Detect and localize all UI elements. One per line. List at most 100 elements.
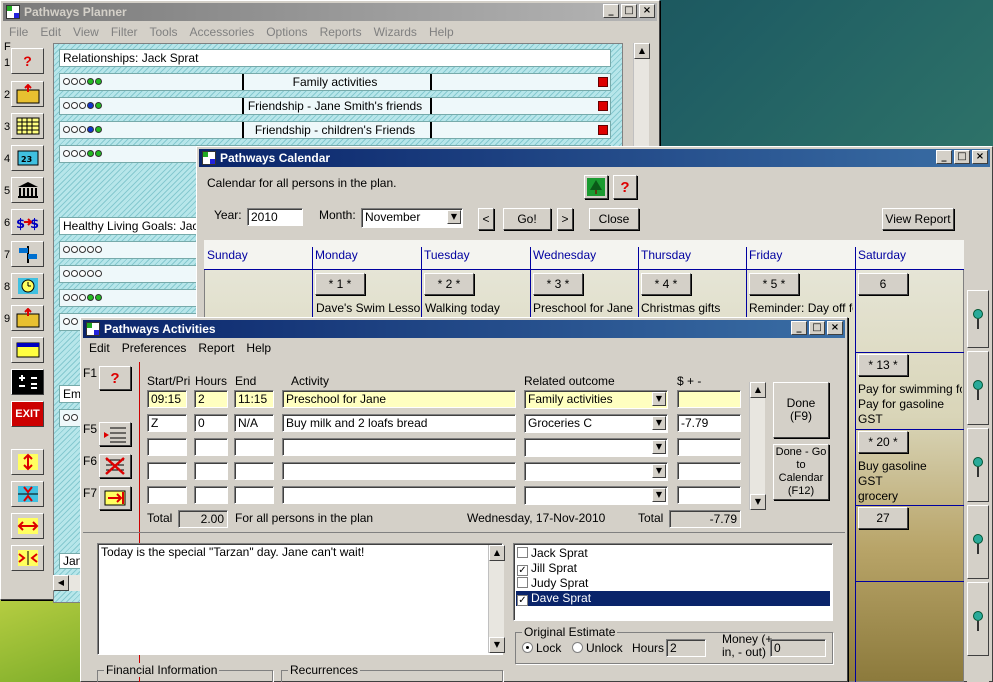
menu-edit[interactable]: Edit	[83, 341, 116, 355]
hours-input[interactable]: 0	[194, 414, 228, 432]
year-input[interactable]: 2010	[247, 208, 303, 226]
checkbox-icon[interactable]	[517, 547, 528, 558]
end-input[interactable]: N/A	[234, 414, 274, 432]
maximize-icon[interactable]: □	[809, 321, 825, 335]
day-note-20-2[interactable]: GST	[858, 474, 962, 488]
notes-textarea[interactable]: Today is the special "Tarzan" day. Jane …	[97, 543, 503, 655]
day-note-13-3[interactable]: GST	[858, 412, 962, 426]
activity-input[interactable]: Preschool for Jane	[282, 390, 516, 408]
day-note-20-3[interactable]: grocery	[858, 489, 962, 503]
close-icon[interactable]: ×	[972, 150, 988, 164]
end-input[interactable]	[234, 438, 274, 456]
radio-selected-icon[interactable]	[522, 642, 533, 653]
chevron-down-icon[interactable]: ▼	[447, 210, 461, 224]
activity-input[interactable]: Buy milk and 2 loafs bread	[282, 414, 516, 432]
relationship-row-3[interactable]: Friendship - children's Friends	[59, 121, 611, 139]
menu-help[interactable]: Help	[240, 341, 277, 355]
start-input[interactable]	[147, 486, 187, 504]
close-icon[interactable]: ×	[639, 4, 655, 18]
week-button-2[interactable]	[967, 351, 989, 425]
collapse-vertical-button[interactable]	[11, 481, 44, 507]
start-input[interactable]	[147, 438, 187, 456]
close-icon[interactable]: ×	[827, 321, 843, 335]
menu-help[interactable]: Help	[423, 25, 460, 39]
unlock-radio[interactable]: Unlock	[572, 641, 623, 655]
day-button-6[interactable]: 6	[858, 273, 908, 295]
day-button-20[interactable]: * 20 *	[858, 431, 908, 453]
view-report-button[interactable]: View Report	[882, 208, 954, 230]
outcome-select[interactable]: Groceries C ▼	[524, 414, 668, 433]
planner-vertical-scrollbar[interactable]: ▲	[633, 43, 650, 153]
menu-options[interactable]: Options	[260, 25, 313, 39]
checkbox-checked-icon[interactable]: ✓	[517, 565, 528, 576]
radio-icon[interactable]	[572, 642, 583, 653]
calendar-close-button[interactable]: Close	[589, 208, 639, 230]
prev-month-button[interactable]: <	[478, 208, 494, 230]
relationship-row-1[interactable]: Family activities	[59, 73, 611, 91]
minimize-icon[interactable]: _	[936, 150, 952, 164]
scroll-left-icon[interactable]: ◀	[53, 575, 69, 591]
day-note-5[interactable]: Reminder: Day off for	[749, 301, 853, 315]
numbers-tool-button[interactable]: 23	[11, 145, 44, 171]
menu-accessories[interactable]: Accessories	[184, 25, 261, 39]
exit-tool-button[interactable]: EXIT	[11, 401, 44, 427]
menu-tools[interactable]: Tools	[144, 25, 184, 39]
day-note-3[interactable]: Preschool for Jane	[533, 301, 637, 315]
move-row-button[interactable]	[99, 486, 131, 510]
menu-wizards[interactable]: Wizards	[368, 25, 423, 39]
week-button-1[interactable]	[967, 290, 989, 348]
scroll-up-icon[interactable]: ▲	[634, 43, 650, 59]
end-input[interactable]	[234, 462, 274, 480]
signpost-tool-button[interactable]	[11, 241, 44, 267]
activity-input[interactable]	[282, 462, 516, 480]
person-row-selected[interactable]: ✓ Dave Sprat	[516, 591, 830, 606]
lock-radio[interactable]: Lock	[522, 641, 561, 655]
estimate-money-input[interactable]: 0	[770, 639, 826, 657]
day-button-27[interactable]: 27	[858, 507, 908, 529]
menu-reports[interactable]: Reports	[314, 25, 368, 39]
day-button-5[interactable]: * 5 *	[749, 273, 799, 295]
money-input[interactable]	[677, 486, 741, 504]
outcome-select[interactable]: ▼	[524, 486, 668, 505]
start-input[interactable]: 09:15	[147, 390, 187, 408]
bank-tool-button[interactable]	[11, 177, 44, 203]
day-button-3[interactable]: * 3 *	[533, 273, 583, 295]
outcome-select[interactable]: Family activities ▼	[524, 390, 668, 409]
end-input[interactable]: 11:15	[234, 390, 274, 408]
scroll-down-icon[interactable]: ▼	[750, 494, 766, 510]
hours-input[interactable]	[194, 486, 228, 504]
person-row[interactable]: ✓ Jill Sprat	[516, 561, 830, 576]
end-input[interactable]	[234, 486, 274, 504]
start-input[interactable]	[147, 462, 187, 480]
activity-input[interactable]	[282, 486, 516, 504]
scroll-up-icon[interactable]: ▲	[750, 382, 766, 398]
go-button[interactable]: Go!	[503, 208, 551, 230]
checkbox-checked-icon[interactable]: ✓	[517, 595, 528, 606]
menu-edit[interactable]: Edit	[34, 25, 67, 39]
red-flag-icon[interactable]	[598, 77, 608, 87]
calendar-tool-button[interactable]	[11, 113, 44, 139]
delete-row-button[interactable]	[99, 454, 131, 478]
money-input[interactable]	[677, 462, 741, 480]
week-button-3[interactable]	[967, 428, 989, 502]
maximize-icon[interactable]: □	[621, 4, 637, 18]
week-button-5[interactable]	[967, 582, 989, 656]
relationship-row-2[interactable]: Friendship - Jane Smith's friends	[59, 97, 611, 115]
goal-row-1[interactable]	[59, 241, 199, 259]
menu-view[interactable]: View	[67, 25, 105, 39]
day-button-13[interactable]: * 13 *	[858, 354, 908, 376]
checkbox-icon[interactable]	[517, 577, 528, 588]
chevron-down-icon[interactable]: ▼	[652, 440, 666, 454]
chevron-down-icon[interactable]: ▼	[652, 464, 666, 478]
maximize-icon[interactable]: □	[954, 150, 970, 164]
red-flag-icon[interactable]	[598, 101, 608, 111]
calculator-tool-button[interactable]	[11, 369, 44, 395]
month-select[interactable]: November ▼	[361, 208, 463, 228]
hours-input[interactable]: 2	[194, 390, 228, 408]
goal-row-3[interactable]	[59, 289, 199, 307]
activities-help-button[interactable]: ?	[99, 366, 131, 390]
person-row[interactable]: Judy Sprat	[516, 576, 830, 591]
export-folder-tool-button[interactable]	[11, 305, 44, 331]
money-input[interactable]	[677, 390, 741, 408]
day-button-2[interactable]: * 2 *	[424, 273, 474, 295]
